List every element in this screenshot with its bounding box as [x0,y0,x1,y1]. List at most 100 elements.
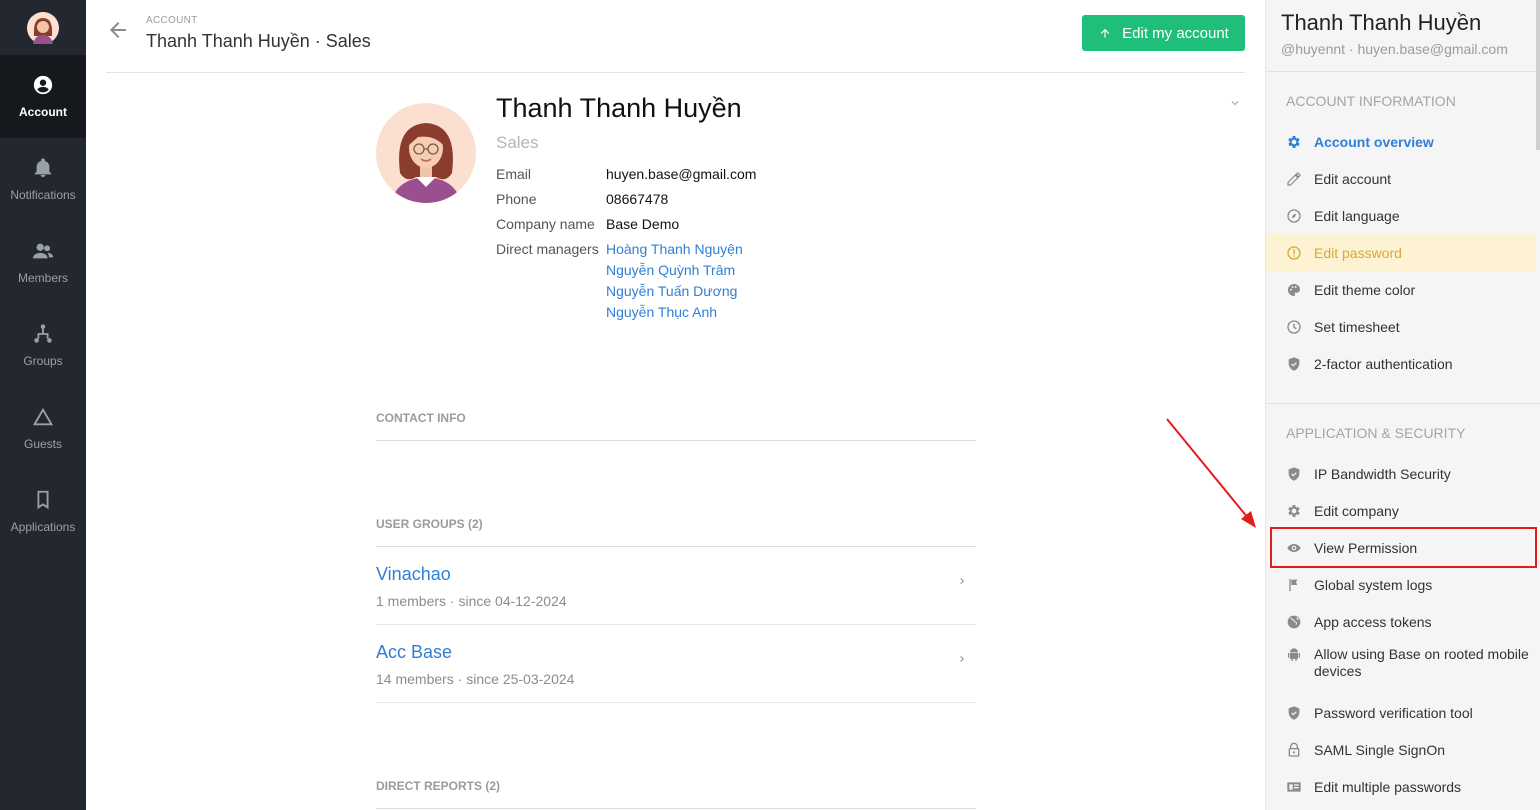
field-value: Base Demo [606,216,680,232]
info-row-company: Company name Base Demo [496,216,679,232]
menu-item-edit-company[interactable]: Edit company [1266,492,1536,529]
nav-item-applications[interactable]: Applications [0,470,86,553]
bookmark-icon [37,490,49,510]
nav-item-notifications[interactable]: Notifications [0,138,86,221]
shield-icon [1288,356,1300,371]
section-title-account-information: ACCOUNT INFORMATION [1286,93,1456,109]
section-title-direct-reports: DIRECT REPORTS (2) [376,779,501,793]
menu-item-label: Edit theme color [1314,281,1416,298]
menu-item-label: Set timesheet [1314,318,1400,335]
account-settings-panel: Thanh Thanh Huyền @huyennt · huyen.base@… [1265,0,1540,810]
manager-link[interactable]: Nguyễn Tuấn Dương [606,283,737,299]
field-label: Company name [496,216,595,232]
edit-my-account-button[interactable]: Edit my account [1082,15,1245,51]
scrollbar[interactable] [1536,0,1540,150]
compass-icon [1287,208,1301,223]
manager-link[interactable]: Nguyễn Quỳnh Trâm [606,262,735,278]
gear-icon [1288,504,1300,517]
group-meta: 14 members · since 25-03-2024 [376,671,575,687]
menu-item-app-access-tokens[interactable]: App access tokens [1266,603,1536,640]
menu-item-edit-theme-color[interactable]: Edit theme color [1266,271,1536,308]
lock-icon [1288,742,1300,757]
nav-label: Applications [10,520,76,534]
breadcrumb: ACCOUNT [146,15,198,26]
group-row-vinachao[interactable]: Vinachao 1 members · since 04-12-2024 [376,547,976,625]
page-header: ACCOUNT Thanh Thanh Huyền · Sales Edit m… [106,0,1245,73]
menu-item-label: Edit account [1314,170,1392,187]
back-arrow-icon[interactable] [106,18,130,42]
arrow-up-icon [1100,28,1110,38]
profile-name: Thanh Thanh Huyền [496,93,742,123]
menu-item-label: 2-factor authentication [1314,355,1453,372]
manager-link[interactable]: Hoàng Thanh Nguyện [606,241,743,257]
menu-item-label: Edit company [1314,502,1399,519]
group-name: Acc Base [376,642,453,662]
pencil-icon [1287,171,1301,186]
menu-item-label: IP Bandwidth Security [1314,465,1451,482]
field-value: huyen.base@gmail.com [606,166,757,182]
profile-job-title: Sales [496,133,539,152]
shield-icon [1288,705,1300,720]
menu-item-rooted-devices[interactable]: Allow using Base on rooted mobile device… [1266,640,1536,690]
field-label: Phone [496,191,537,207]
field-label: Direct managers [496,241,599,257]
avatar-image [390,123,462,203]
field-value: 08667478 [606,191,669,207]
panel-user-handle: @huyennt · huyen.base@gmail.com [1281,41,1508,57]
nav-label: Guests [23,437,62,451]
palette-icon [1288,283,1300,296]
menu-item-ip-bandwidth-security[interactable]: IP Bandwidth Security [1266,455,1536,492]
nav-label: Notifications [10,188,76,202]
menu-item-saml-sso[interactable]: SAML Single SignOn [1266,731,1536,768]
menu-item-label: Allow using Base on rooted mobile device… [1314,646,1529,679]
panel-user-name: Thanh Thanh Huyền [1281,10,1482,35]
menu-item-2fa[interactable]: 2-factor authentication [1266,345,1536,382]
menu-item-label: Global system logs [1314,576,1433,593]
section-title-contact-info: CONTACT INFO [376,411,466,425]
menu-item-edit-password[interactable]: Edit password [1266,234,1536,271]
triangle-icon [32,407,54,426]
nav-item-account[interactable]: Account [0,55,86,138]
menu-item-password-verification-tool[interactable]: Password verification tool [1266,694,1536,731]
menu-item-edit-language[interactable]: Edit language [1266,197,1536,234]
profile-avatar [376,103,476,203]
menu-item-global-system-logs[interactable]: Global system logs [1266,566,1536,603]
left-sidebar: Account Notifications Members Groups Gue… [0,0,86,810]
chevron-right-icon [960,578,964,584]
chevron-right-icon [960,656,964,662]
menu-item-label: Edit password [1314,244,1402,261]
nav-item-guests[interactable]: Guests [0,387,86,470]
group-row-acc-base[interactable]: Acc Base 14 members · since 25-03-2024 [376,625,976,703]
menu-item-view-permission[interactable]: View Permission [1266,529,1536,566]
user-avatar[interactable] [0,0,86,55]
menu-item-label: Password verification tool [1314,704,1473,721]
menu-item-label: Edit multiple passwords [1314,778,1462,795]
shield-icon [1288,466,1300,481]
menu-item-edit-account[interactable]: Edit account [1266,160,1536,197]
annotation-arrow [1166,418,1256,528]
menu-item-account-overview[interactable]: Account overview [1266,123,1536,160]
section-title-user-groups: USER GROUPS (2) [376,517,483,531]
menu-item-label: View Permission [1314,539,1418,556]
field-label: Email [496,166,532,182]
nav-label: Members [17,271,68,285]
nav-item-members[interactable]: Members [0,221,86,304]
menu-item-label: App access tokens [1314,613,1432,630]
divider [1266,71,1540,72]
edit-my-account-label: Edit my account [1122,24,1229,42]
group-meta: 1 members · since 04-12-2024 [376,593,567,609]
nav-item-groups[interactable]: Groups [0,304,86,387]
groups-icon [34,324,52,343]
info-row-phone: Phone 08667478 [496,191,668,207]
manager-link[interactable]: Nguyễn Thục Anh [606,304,717,320]
chevron-down-icon[interactable] [1228,96,1242,110]
alert-circle-icon [1287,245,1301,260]
divider [376,440,976,441]
id-card-icon [1287,781,1301,792]
page-title: Thanh Thanh Huyền · Sales [146,31,371,51]
group-name: Vinachao [376,564,451,584]
menu-item-set-timesheet[interactable]: Set timesheet [1266,308,1536,345]
nav-label: Account [19,105,67,119]
menu-item-edit-multiple-passwords[interactable]: Edit multiple passwords [1266,768,1536,805]
clock-icon [1287,319,1301,334]
